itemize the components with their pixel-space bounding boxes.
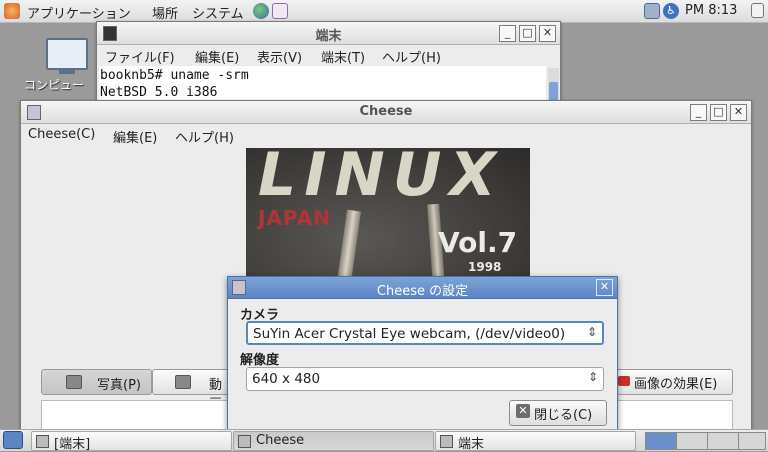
camera-select-value: SuYin Acer Crystal Eye webcam, (/dev/vid… (253, 326, 566, 342)
menu-file[interactable]: ファイル(F) (105, 47, 175, 66)
camera-select[interactable]: SuYin Acer Crystal Eye webcam, (/dev/vid… (246, 321, 604, 345)
cheese-titlebar[interactable]: Cheese _ □ ✕ (21, 101, 751, 124)
resolution-select[interactable]: 640 x 480 ⇕ (246, 367, 604, 391)
resolution-select-value: 640 x 480 (252, 371, 321, 387)
workspace-3[interactable] (707, 432, 739, 450)
effects-icon (618, 376, 630, 386)
close-window-button[interactable]: ✕ (596, 279, 613, 296)
photo-mode-button[interactable]: 写真(P) (41, 369, 152, 395)
updown-arrow-icon: ⇕ (586, 325, 597, 339)
menu-terminal[interactable]: 端末(T) (321, 47, 365, 66)
menu-view[interactable]: 表示(V) (257, 47, 302, 66)
webcam-text-subtitle: JAPAN (258, 206, 331, 230)
top-panel: アプリケーション 場所 システム ♿ PM 8:13 (0, 0, 768, 23)
computer-icon (46, 38, 88, 70)
web-browser-icon[interactable] (253, 3, 269, 19)
webcam-text-volume: Vol.7 (438, 226, 518, 259)
desktop-computer-icon[interactable]: コンピュー (24, 38, 90, 92)
cheese-app-icon (238, 435, 251, 448)
close-button-label: 閉じる(C) (534, 408, 593, 423)
taskbar-item-label: [端末] (54, 437, 91, 452)
maximize-button[interactable]: □ (519, 25, 536, 42)
workspace-1[interactable] (645, 432, 677, 450)
taskbar-item[interactable]: [端末] (31, 431, 232, 452)
updown-arrow-icon: ⇕ (587, 370, 598, 384)
desktop-icon-label: コンピュー (24, 78, 85, 92)
terminal-menubar: ファイル(F) 編集(E) 表示(V) 端末(T) ヘルプ(H) (97, 45, 560, 66)
bottom-panel: [端末] Cheese 端末 (0, 429, 768, 452)
accessibility-icon[interactable]: ♿ (663, 3, 679, 19)
terminal-icon (440, 435, 453, 448)
webcam-text-year: 1998 (468, 260, 502, 274)
settings-titlebar[interactable]: Cheese の設定 ✕ (228, 277, 617, 299)
close-icon: ✕ (516, 404, 530, 418)
menu-edit[interactable]: 編集(E) (195, 47, 239, 66)
terminal-icon (36, 435, 49, 448)
settings-title: Cheese の設定 (376, 284, 469, 299)
terminal-title: 端末 (315, 29, 342, 44)
taskbar-item[interactable]: Cheese (233, 431, 434, 451)
system-menu[interactable]: システム (192, 3, 244, 22)
places-menu[interactable]: 場所 (152, 3, 178, 22)
show-desktop-icon[interactable] (3, 431, 23, 449)
maximize-button[interactable]: □ (710, 104, 727, 121)
video-mode-button[interactable]: 動画 (152, 369, 232, 412)
terminal-line: NetBSD 5.0 i386 (100, 85, 218, 100)
menu-help[interactable]: ヘルプ(H) (382, 47, 441, 66)
settings-dialog: Cheese の設定 ✕ カメラ SuYin Acer Crystal Eye … (227, 276, 618, 433)
foot-logo-icon[interactable] (4, 3, 20, 19)
minimize-button[interactable]: _ (690, 104, 707, 121)
menu-edit[interactable]: 編集(E) (113, 127, 157, 146)
terminal-titlebar[interactable]: 端末 _ □ ✕ (97, 22, 560, 45)
workspace-2[interactable] (676, 432, 708, 450)
cheese-title: Cheese (359, 104, 413, 119)
close-window-button[interactable]: ✕ (539, 25, 556, 42)
menu-cheese[interactable]: Cheese(C) (28, 127, 95, 142)
clock[interactable]: PM 8:13 (685, 3, 737, 18)
applications-menu[interactable]: アプリケーション (27, 3, 131, 22)
effects-button[interactable]: 画像の効果(E) (611, 369, 733, 395)
taskbar-item[interactable]: 端末 (435, 431, 636, 452)
close-button[interactable]: ✕ 閉じる(C) (509, 400, 607, 426)
close-window-button[interactable]: ✕ (730, 104, 747, 121)
mail-icon[interactable] (272, 3, 288, 19)
network-icon[interactable] (644, 3, 660, 19)
menu-help[interactable]: ヘルプ(H) (175, 127, 234, 146)
taskbar-item-label: Cheese (256, 433, 305, 448)
webcam-text-brand: LINUX (258, 148, 504, 210)
terminal-line: booknb5# uname -srm (100, 68, 249, 83)
camera-icon (66, 375, 82, 389)
video-camera-icon (175, 375, 191, 389)
photo-mode-label: 写真(P) (97, 378, 141, 393)
resolution-label: 解像度 (240, 353, 280, 368)
taskbar-item-label: 端末 (458, 437, 485, 452)
effects-label: 画像の効果(E) (634, 377, 718, 392)
workspace-4[interactable] (738, 432, 766, 450)
minimize-button[interactable]: _ (499, 25, 516, 42)
logout-icon[interactable] (751, 3, 764, 18)
